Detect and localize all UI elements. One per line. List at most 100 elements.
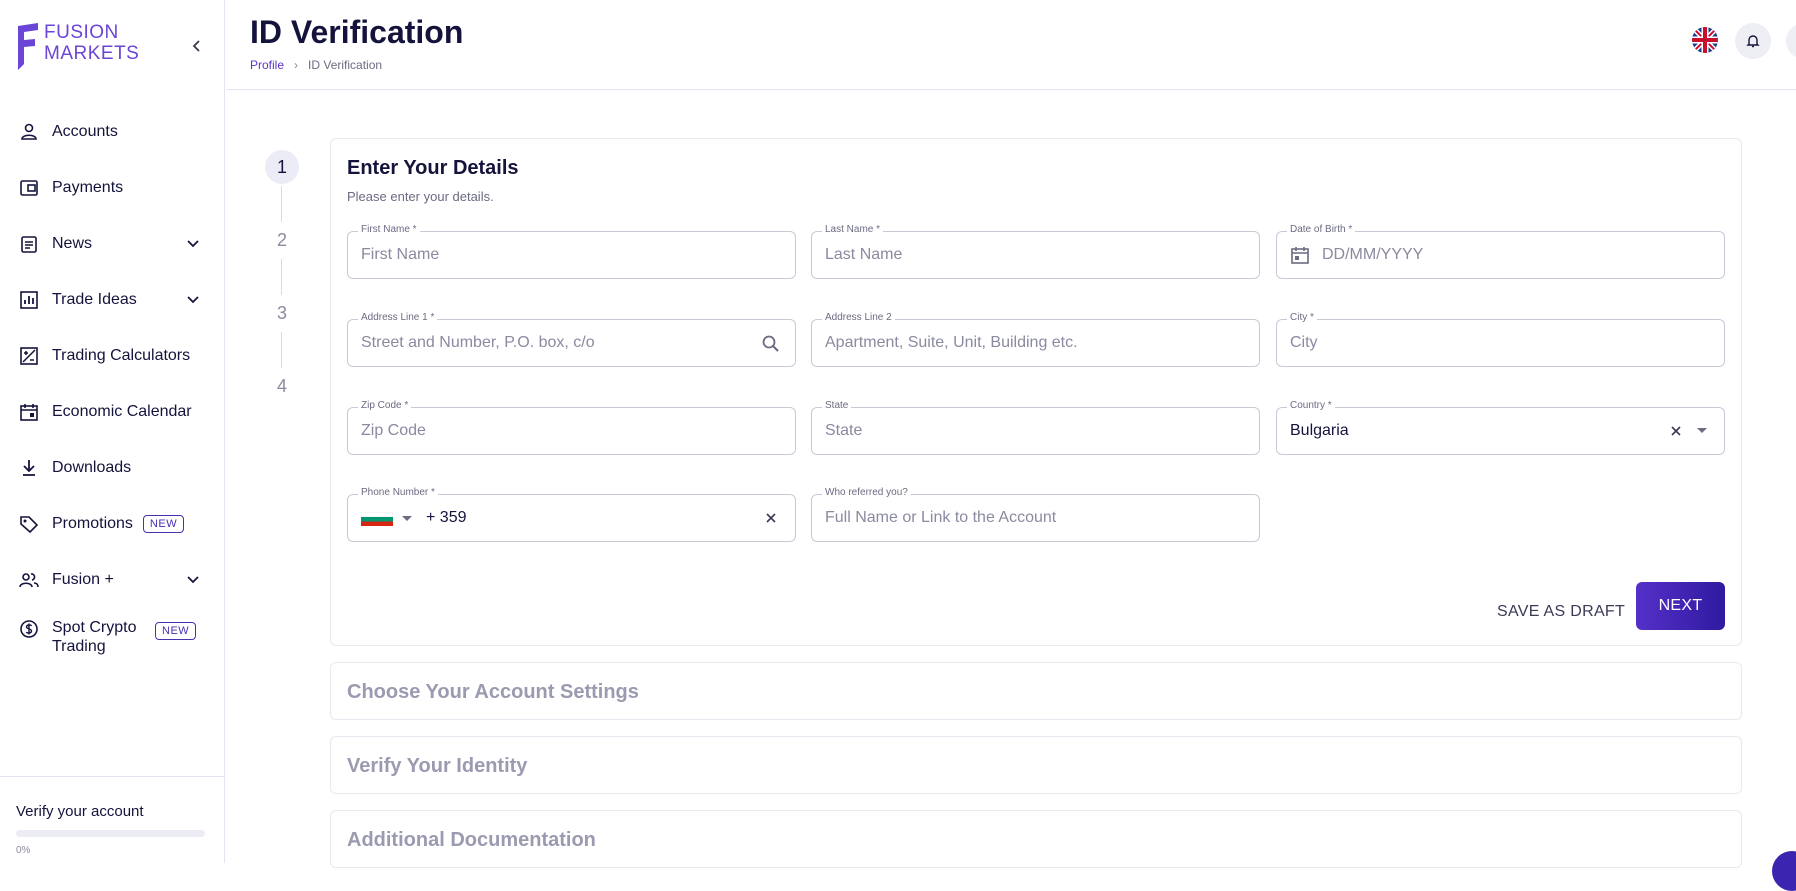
brand-line2: MARKETS — [44, 43, 140, 64]
notifications-button[interactable] — [1735, 23, 1771, 59]
save-as-draft-button[interactable]: SAVE AS DRAFT — [1497, 597, 1625, 627]
search-icon[interactable] — [761, 334, 781, 354]
city-input[interactable] — [1290, 320, 1670, 366]
page-title: ID Verification — [250, 14, 464, 50]
sidebar: FUSION MARKETS Accounts Payments News Tr… — [0, 0, 225, 863]
verify-progress-bar — [16, 830, 205, 837]
sidebar-nav: Accounts Payments News Trade Ideas Tradi… — [0, 104, 225, 672]
user-avatar[interactable] — [1786, 23, 1796, 59]
step-connector — [281, 186, 282, 222]
user-icon — [18, 121, 40, 143]
bar-chart-icon — [18, 289, 40, 311]
referrer-input[interactable] — [825, 495, 1205, 541]
country-input[interactable] — [1290, 408, 1670, 454]
new-badge: NEW — [142, 515, 185, 533]
first-name-input[interactable] — [361, 232, 741, 278]
wallet-icon — [18, 177, 40, 199]
step-1: 1 — [265, 150, 299, 184]
state-field[interactable]: State — [811, 400, 1260, 455]
address-line-2-input[interactable] — [825, 320, 1205, 366]
sidebar-item-label: Downloads — [52, 459, 132, 476]
card-title: Enter Your Details — [347, 157, 519, 179]
clear-icon[interactable] — [1670, 425, 1682, 437]
step-connector — [281, 259, 282, 295]
zip-code-input[interactable] — [361, 408, 741, 454]
new-badge: NEW — [155, 622, 197, 640]
sidebar-item-label: Economic Calendar — [52, 403, 192, 420]
breadcrumb-current: ID Verification — [308, 58, 383, 72]
enter-details-card: Enter Your Details Please enter your det… — [330, 138, 1742, 646]
page-header: ID Verification Profile › ID Verificatio… — [226, 0, 1796, 90]
tag-icon — [18, 513, 40, 535]
language-selector-button[interactable] — [1692, 27, 1718, 53]
calendar-icon[interactable] — [1290, 245, 1310, 265]
calendar-icon — [18, 401, 40, 423]
step-3: 3 — [265, 296, 299, 330]
verify-account-title: Verify your account — [16, 803, 144, 820]
sidebar-item-payments[interactable]: Payments — [0, 160, 225, 216]
brand-logo[interactable]: FUSION MARKETS — [16, 22, 139, 72]
verify-identity-section[interactable]: Verify Your Identity — [330, 736, 1742, 794]
fusion-logo-icon — [18, 23, 38, 70]
referrer-field[interactable]: Who referred you? — [811, 487, 1260, 542]
clear-icon[interactable] — [765, 512, 777, 524]
step-connector — [281, 332, 282, 368]
address-line-1-input[interactable] — [361, 320, 741, 366]
uk-flag-icon — [1692, 27, 1718, 53]
phone-number-input[interactable] — [426, 495, 726, 541]
caret-down-icon — [402, 516, 412, 521]
state-input[interactable] — [825, 408, 1205, 454]
sidebar-item-economic-calendar[interactable]: Economic Calendar — [0, 384, 225, 440]
sidebar-item-label: News — [52, 235, 93, 252]
clipboard-icon — [18, 233, 40, 255]
section-title: Choose Your Account Settings — [347, 681, 639, 703]
account-settings-section[interactable]: Choose Your Account Settings — [330, 662, 1742, 720]
step-4: 4 — [265, 369, 299, 403]
chevron-left-icon — [192, 40, 200, 52]
additional-documentation-section[interactable]: Additional Documentation — [330, 810, 1742, 868]
sidebar-item-accounts[interactable]: Accounts — [0, 104, 225, 160]
sidebar-item-label: Trading Calculators — [52, 347, 191, 364]
last-name-field[interactable]: Last Name * — [811, 224, 1260, 279]
sidebar-item-trade-ideas[interactable]: Trade Ideas — [0, 272, 225, 328]
sidebar-item-trading-calculators[interactable]: Trading Calculators — [0, 328, 225, 384]
section-title: Additional Documentation — [347, 829, 596, 851]
sidebar-item-spot-crypto-trading[interactable]: Spot Crypto Trading NEW — [0, 608, 225, 672]
country-select[interactable]: Country * — [1276, 400, 1725, 455]
sidebar-item-label: Trade Ideas — [52, 291, 137, 308]
chevron-down-icon — [187, 296, 199, 304]
chevron-down-icon — [187, 240, 199, 248]
chat-support-button[interactable] — [1772, 851, 1796, 891]
address-line-2-field[interactable]: Address Line 2 — [811, 312, 1260, 367]
dollar-circle-icon — [18, 618, 40, 640]
chevron-down-icon — [187, 576, 199, 584]
verify-account-panel[interactable]: Verify your account 0% — [0, 776, 225, 856]
zip-code-field[interactable]: Zip Code * — [347, 400, 796, 455]
phone-number-field[interactable]: Phone Number * — [347, 487, 796, 542]
date-of-birth-input[interactable] — [1322, 232, 1702, 278]
city-field[interactable]: City * — [1276, 312, 1725, 367]
calculator-icon — [18, 345, 40, 367]
section-title: Verify Your Identity — [347, 755, 528, 777]
date-of-birth-field[interactable]: Date of Birth * — [1276, 224, 1725, 279]
breadcrumb-profile-link[interactable]: Profile — [250, 58, 284, 72]
sidebar-item-promotions[interactable]: Promotions NEW — [0, 496, 225, 552]
sidebar-item-label: Promotions — [52, 515, 133, 532]
sidebar-item-news[interactable]: News — [0, 216, 225, 272]
country-code-selector[interactable] — [361, 512, 413, 526]
sidebar-item-downloads[interactable]: Downloads — [0, 440, 225, 496]
verify-progress-label: 0% — [16, 845, 31, 856]
breadcrumb-separator: › — [294, 58, 299, 72]
sidebar-item-label: Fusion + — [52, 571, 114, 588]
first-name-field[interactable]: First Name * — [347, 224, 796, 279]
users-icon — [18, 569, 40, 591]
caret-down-icon[interactable] — [1696, 427, 1708, 435]
sidebar-item-fusion-plus[interactable]: Fusion + — [0, 552, 225, 608]
collapse-sidebar-button[interactable] — [189, 38, 205, 54]
card-subtitle: Please enter your details. — [347, 189, 494, 204]
last-name-input[interactable] — [825, 232, 1205, 278]
bulgaria-flag-icon — [361, 512, 393, 526]
address-line-1-field[interactable]: Address Line 1 * — [347, 312, 796, 367]
brand-line1: FUSION — [44, 22, 119, 43]
next-button[interactable]: NEXT — [1636, 582, 1725, 630]
